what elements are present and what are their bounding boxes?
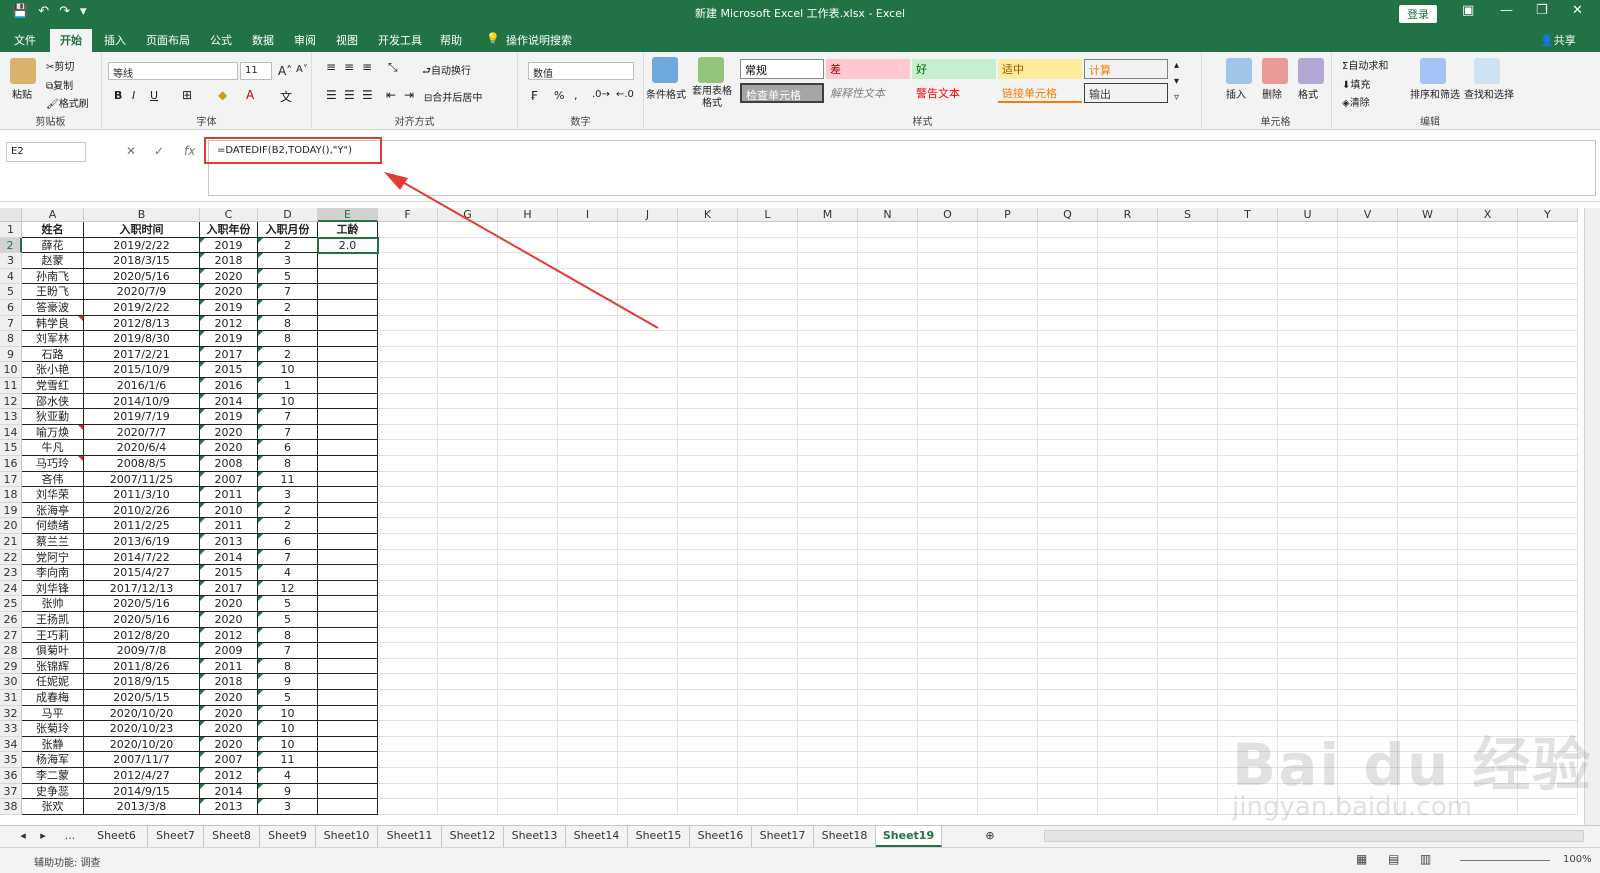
zoom-level[interactable]: 100% bbox=[1563, 854, 1592, 865]
sheet-tab-sheet8[interactable]: Sheet8 bbox=[204, 826, 260, 847]
zoom-slider[interactable] bbox=[1460, 860, 1550, 861]
new-sheet-icon[interactable]: ⊕ bbox=[980, 826, 1000, 847]
sheet-tab-sheet15[interactable]: Sheet15 bbox=[628, 826, 690, 847]
page-break-view-icon[interactable]: ▥ bbox=[1420, 852, 1431, 866]
status-bar: 辅助功能: 调查 ▦ ▤ ▥ 100% bbox=[0, 847, 1600, 873]
sheet-tab-sheet9[interactable]: Sheet9 bbox=[260, 826, 316, 847]
sheet-tab-sheet19[interactable]: Sheet19 bbox=[876, 826, 942, 847]
sheet-tab-sheet16[interactable]: Sheet16 bbox=[690, 826, 752, 847]
prev-sheet-icon[interactable]: ◂ bbox=[14, 826, 32, 847]
sheet-tab-sheet17[interactable]: Sheet17 bbox=[752, 826, 814, 847]
sheet-tab-sheet6[interactable]: Sheet6 bbox=[86, 826, 148, 847]
normal-view-icon[interactable]: ▦ bbox=[1356, 852, 1367, 866]
sheet-tab-sheet12[interactable]: Sheet12 bbox=[442, 826, 504, 847]
sheet-tab-sheet14[interactable]: Sheet14 bbox=[566, 826, 628, 847]
sheet-tab-sheet13[interactable]: Sheet13 bbox=[504, 826, 566, 847]
sheet-tab-sheet7[interactable]: Sheet7 bbox=[148, 826, 204, 847]
watermark-logo: Bai du 经验 bbox=[1232, 731, 1593, 799]
sheet-tab-sheet11[interactable]: Sheet11 bbox=[378, 826, 442, 847]
sheet-tab-sheet10[interactable]: Sheet10 bbox=[316, 826, 378, 847]
sheet-tab-sheet18[interactable]: Sheet18 bbox=[814, 826, 876, 847]
more-sheets-button[interactable]: ... bbox=[60, 826, 80, 847]
sheet-tabs-bar: ◂ ▸ ... ⊕ Sheet6 Sheet7 Sheet8 Sheet9 Sheet1… bbox=[0, 825, 1600, 847]
next-sheet-icon[interactable]: ▸ bbox=[34, 826, 52, 847]
page-layout-view-icon[interactable]: ▤ bbox=[1388, 852, 1399, 866]
watermark-url: jingyan.baidu.com bbox=[1232, 792, 1472, 822]
horizontal-scrollbar[interactable] bbox=[1044, 830, 1584, 842]
accessibility-status[interactable]: 辅助功能: 调查 bbox=[34, 854, 101, 869]
